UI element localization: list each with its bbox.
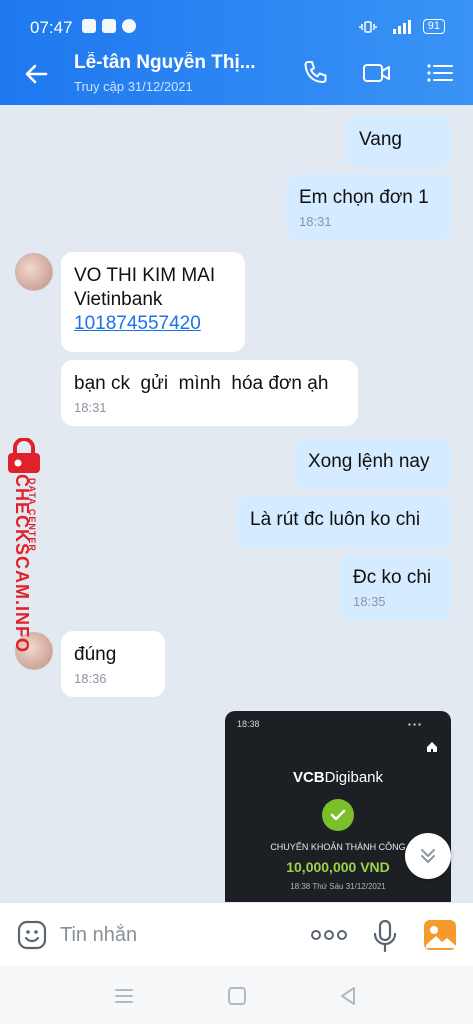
notification-icons xyxy=(82,19,136,33)
message-text: Đc ko chi xyxy=(353,567,432,588)
last-seen: Truy cập 31/12/2021 xyxy=(74,79,193,94)
message-time: 18:35 xyxy=(353,594,386,609)
message-text: đúng xyxy=(74,644,117,665)
message-bubble-sent[interactable]: Là rút đc luôn ko chi xyxy=(237,496,452,548)
home-icon xyxy=(427,742,437,752)
account-number-link[interactable]: 101874557420 xyxy=(74,312,233,336)
message-bubble-sent[interactable]: Đc ko chi 18:35 xyxy=(340,554,452,620)
chat-header: Lễ-tân Nguyễn Thị... Truy cập 31/12/2021 xyxy=(0,44,473,105)
message-text-line: Vietinbank xyxy=(74,289,163,310)
message-composer xyxy=(0,902,473,966)
message-text: bạn ck gửi mình hóa đơn ạh xyxy=(74,373,329,394)
bank-logo-rest: Digibank xyxy=(324,769,384,786)
scroll-to-bottom-button[interactable] xyxy=(405,833,451,879)
message-bubble-received[interactable]: bạn ck gửi mình hóa đơn ạh 18:31 xyxy=(61,360,358,426)
sticker-icon[interactable] xyxy=(16,919,48,951)
video-call-icon[interactable] xyxy=(362,58,392,88)
message-bubble-sent[interactable]: Em chọn đơn 1 18:31 xyxy=(286,174,452,240)
system-navigation-bar xyxy=(0,966,473,1024)
watermark-lock-icon xyxy=(8,438,40,473)
message-text: Em chọn đơn 1 xyxy=(299,187,429,208)
messenger-notification-icon xyxy=(82,19,96,33)
receipt-status-time: 18:38 xyxy=(237,719,260,729)
app-notification-icon xyxy=(122,19,136,33)
bank-logo-bold: VCB xyxy=(292,769,325,786)
recent-apps-icon[interactable] xyxy=(113,985,135,1007)
message-text: Xong lệnh nay xyxy=(308,451,430,472)
message-time: 18:36 xyxy=(74,671,107,686)
message-text: Là rút đc luôn ko chi xyxy=(250,509,421,530)
double-chevron-down-icon xyxy=(421,849,435,863)
phone-call-icon[interactable] xyxy=(300,58,330,88)
success-check-icon xyxy=(322,799,354,831)
status-right: 91 xyxy=(359,19,445,34)
message-text-line: VO THI KIM MAI xyxy=(74,265,216,286)
message-time: 18:31 xyxy=(299,214,332,229)
message-list[interactable]: Vang Em chọn đơn 1 18:31 VO THI KIM MAI … xyxy=(0,105,473,902)
message-bubble-received[interactable]: đúng 18:36 xyxy=(61,631,165,697)
vibrate-icon xyxy=(359,20,377,33)
microphone-icon[interactable] xyxy=(372,919,398,953)
bank-logo: VCBDigibank xyxy=(225,769,451,786)
receipt-status-icons: ▪ ▪ ▪ xyxy=(408,720,421,729)
message-bubble-sent[interactable]: Vang xyxy=(346,116,452,168)
more-options-icon[interactable] xyxy=(309,925,349,945)
status-time: 07:47 xyxy=(30,18,73,37)
contact-name: Lễ-tân Nguyễn Thị... xyxy=(74,52,256,73)
home-button-icon[interactable] xyxy=(226,985,248,1007)
contact-info[interactable]: Lễ-tân Nguyễn Thị... Truy cập 31/12/2021 xyxy=(74,52,274,94)
chat-notification-icon xyxy=(102,19,116,33)
transfer-date: 18:38 Thứ Sáu 31/12/2021 xyxy=(290,882,386,891)
watermark-text: CHECKSCAM.INFO xyxy=(12,474,32,653)
signal-icon xyxy=(392,19,411,34)
image-gallery-icon[interactable] xyxy=(423,919,457,951)
menu-list-icon[interactable] xyxy=(425,58,455,88)
message-bubble-received[interactable]: VO THI KIM MAI Vietinbank 101874557420 xyxy=(61,252,245,352)
message-input[interactable] xyxy=(60,917,280,953)
status-bar: 07:47 91 xyxy=(0,0,473,44)
battery-level: 91 xyxy=(422,19,445,34)
top-bar: 07:47 91 Lễ-tân Nguyễn Thị... Truy cập 3… xyxy=(0,0,473,105)
contact-avatar[interactable] xyxy=(15,253,53,291)
message-time: 18:31 xyxy=(74,400,107,415)
message-text: Vang xyxy=(359,129,402,150)
back-arrow-icon[interactable] xyxy=(20,58,52,90)
back-button-icon[interactable] xyxy=(337,985,359,1007)
message-bubble-sent[interactable]: Xong lệnh nay xyxy=(295,438,452,490)
